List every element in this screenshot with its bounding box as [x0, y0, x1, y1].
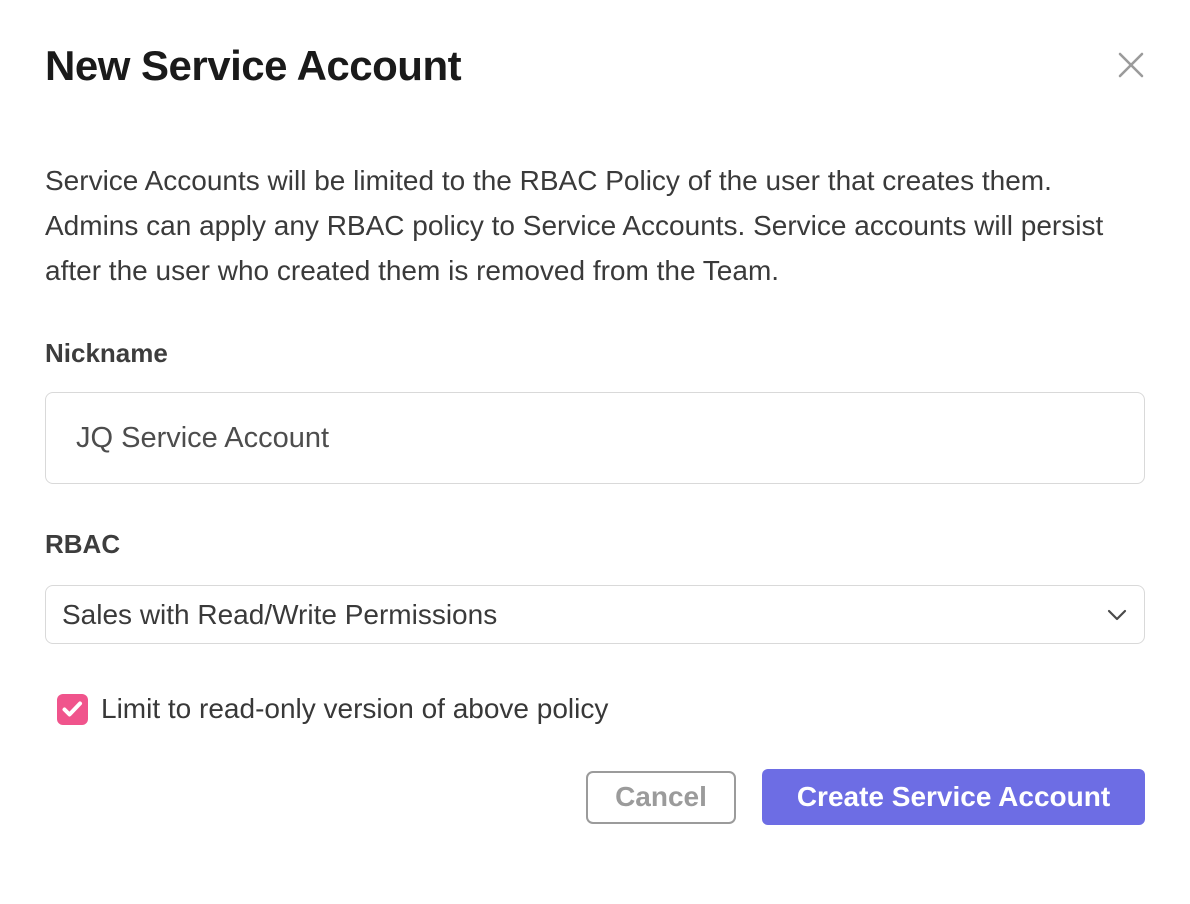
close-icon — [1116, 50, 1146, 80]
rbac-label: RBAC — [45, 529, 1145, 559]
nickname-label: Nickname — [45, 338, 1145, 368]
cancel-button[interactable]: Cancel — [586, 771, 736, 824]
new-service-account-modal: New Service Account Service Accounts wil… — [0, 0, 1190, 904]
create-service-account-button[interactable]: Create Service Account — [762, 769, 1145, 825]
rbac-selected-value: Sales with Read/Write Permissions — [62, 599, 497, 631]
nickname-input[interactable] — [45, 392, 1145, 484]
chevron-down-icon — [1106, 608, 1128, 622]
checkmark-icon — [62, 701, 83, 718]
modal-actions: Cancel Create Service Account — [45, 769, 1145, 825]
modal-title: New Service Account — [45, 40, 1145, 92]
modal-description: Service Accounts will be limited to the … — [45, 158, 1147, 293]
rbac-select[interactable]: Sales with Read/Write Permissions — [45, 585, 1145, 644]
readonly-checkbox[interactable] — [57, 694, 88, 725]
readonly-checkbox-row: Limit to read-only version of above poli… — [57, 693, 1145, 725]
readonly-checkbox-label[interactable]: Limit to read-only version of above poli… — [101, 693, 608, 725]
close-button[interactable] — [1114, 48, 1148, 82]
